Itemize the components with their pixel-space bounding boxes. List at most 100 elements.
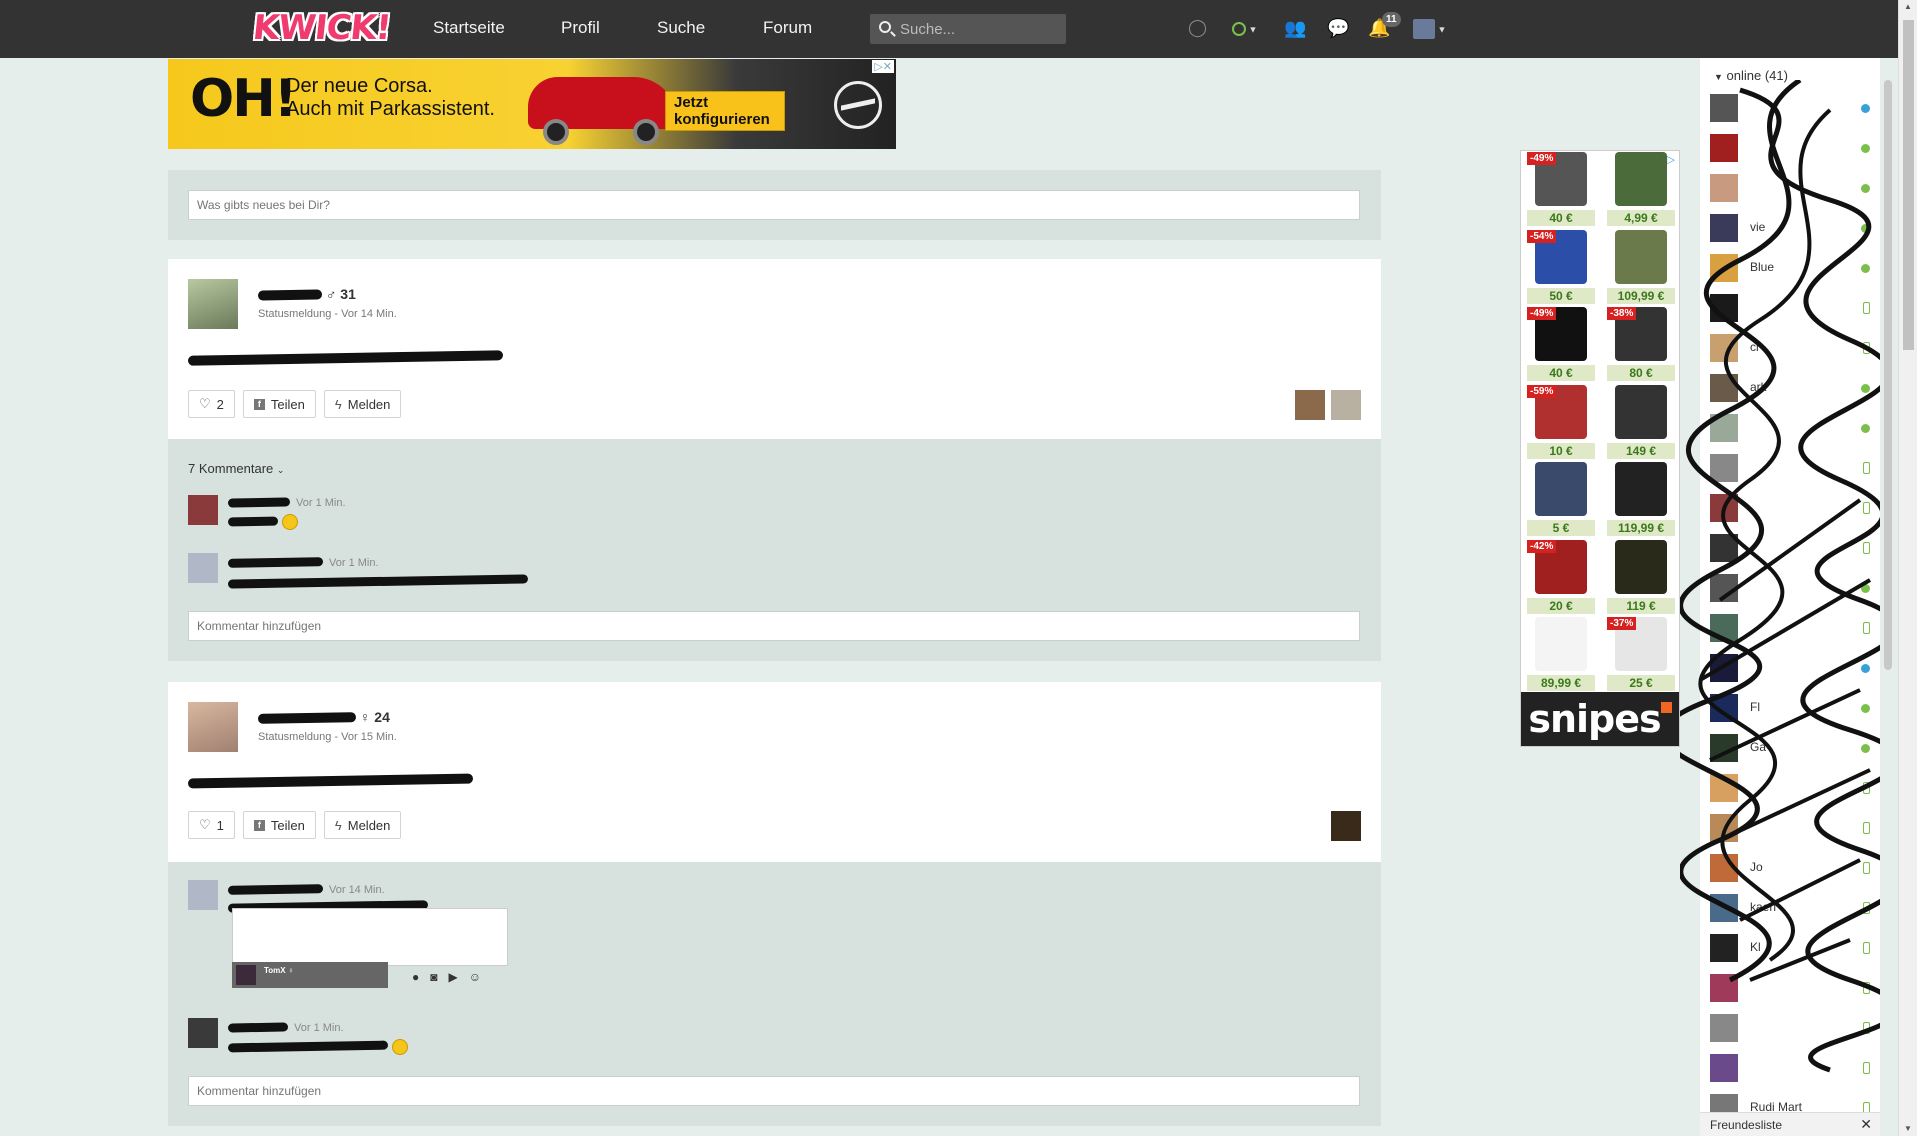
like-button[interactable]: ♡ 2 <box>188 390 235 418</box>
comment-input[interactable] <box>188 1076 1360 1106</box>
nav-profil[interactable]: Profil <box>561 18 600 38</box>
product-item[interactable]: -42% 20 € <box>1527 539 1595 614</box>
avatar[interactable] <box>1331 390 1361 420</box>
comment-attachment-user[interactable]: TomX ♀ <box>232 962 388 988</box>
product-item[interactable]: 109,99 € <box>1607 229 1675 304</box>
friend-item[interactable] <box>1710 972 1870 1004</box>
friend-item[interactable] <box>1710 812 1870 844</box>
friend-item[interactable]: Blue <box>1710 252 1870 284</box>
kwick-logo[interactable]: KWICK! <box>247 8 397 48</box>
friend-item[interactable] <box>1710 772 1870 804</box>
friends-icon[interactable]: 👥 <box>1284 17 1306 39</box>
friend-item[interactable] <box>1710 172 1870 204</box>
comment-author[interactable]: Vor 1 Min. <box>227 1020 344 1034</box>
friend-item[interactable]: kaerl <box>1710 892 1870 924</box>
camera-icon[interactable]: ◙ <box>430 970 448 984</box>
friend-item[interactable] <box>1710 92 1870 124</box>
avatar[interactable] <box>188 1018 218 1048</box>
avatar <box>1710 534 1738 562</box>
comment-author[interactable]: Vor 1 Min. <box>227 495 346 509</box>
smiley-icon[interactable]: ☺ <box>469 970 492 984</box>
post-author[interactable]: ♂ 31 <box>257 286 356 302</box>
lightbulb-icon[interactable]: ◯ <box>1188 17 1207 39</box>
comment-count-toggle[interactable]: 7 Kommentare ⌄ <box>188 461 284 476</box>
friend-item[interactable]: Fl <box>1710 692 1870 724</box>
product-image <box>1615 539 1667 594</box>
product-item[interactable]: 149 € <box>1607 384 1675 459</box>
product-item[interactable]: -49% 40 € <box>1527 307 1595 381</box>
comment-author[interactable]: Vor 1 Min. <box>227 555 379 569</box>
product-item[interactable]: 5 € <box>1527 462 1595 536</box>
friend-item[interactable] <box>1710 532 1870 564</box>
avatar[interactable] <box>1295 390 1325 420</box>
messages-icon[interactable]: 💬 <box>1327 17 1349 39</box>
friend-item[interactable] <box>1710 612 1870 644</box>
friend-item[interactable]: vie <box>1710 212 1870 244</box>
post-author[interactable]: ♀ 24 <box>257 709 390 725</box>
product-item[interactable]: 119,99 € <box>1607 462 1675 536</box>
online-status-icon[interactable]: ▼ <box>1232 17 1257 40</box>
product-item[interactable]: 4,99 € <box>1607 152 1675 226</box>
search-input[interactable] <box>900 14 1060 44</box>
scroll-down-icon[interactable]: ▼ <box>1904 1124 1912 1133</box>
friend-item[interactable]: Kl <box>1710 932 1870 964</box>
friend-item[interactable]: ark <box>1710 372 1870 404</box>
avatar[interactable] <box>188 702 238 752</box>
friend-item[interactable] <box>1710 132 1870 164</box>
nav-suche[interactable]: Suche <box>657 18 705 38</box>
product-item[interactable]: -49% 40 € <box>1527 152 1595 226</box>
share-button[interactable]: f Teilen <box>242 390 316 418</box>
friend-item[interactable] <box>1710 292 1870 324</box>
report-button[interactable]: ϟ Melden <box>323 390 402 418</box>
friend-item[interactable]: Ga <box>1710 732 1870 764</box>
comment-author[interactable]: Vor 14 Min. <box>227 882 385 896</box>
like-button[interactable]: ♡ 1 <box>188 811 235 839</box>
ad-cta-button[interactable]: Jetzt konfigurieren <box>665 91 785 131</box>
discount-badge: -49% <box>1527 152 1557 165</box>
friend-item[interactable]: ci <box>1710 332 1870 364</box>
sidebar-scrollbar[interactable] <box>1881 80 1895 1106</box>
friend-item[interactable] <box>1710 492 1870 524</box>
friend-item[interactable] <box>1710 1012 1870 1044</box>
snipes-product-ad[interactable]: ▷ -49% 40 €4,99 € -54% 50 €109,99 € -49% 40 €… <box>1520 150 1680 747</box>
mobile-status-icon <box>1863 1062 1870 1074</box>
nav-startseite[interactable]: Startseite <box>433 18 505 38</box>
product-item[interactable]: -59% 10 € <box>1527 384 1595 459</box>
friend-item[interactable] <box>1710 1052 1870 1084</box>
product-item[interactable]: 89,99 € <box>1527 617 1595 691</box>
product-item[interactable]: -38% 80 € <box>1607 307 1675 381</box>
opel-logo-icon <box>834 81 882 129</box>
avatar[interactable] <box>188 279 238 329</box>
opel-ad-banner[interactable]: OH! Der neue Corsa. Auch mit Parkassiste… <box>168 59 896 149</box>
avatar[interactable] <box>188 880 218 910</box>
friend-item[interactable] <box>1710 452 1870 484</box>
user-icon[interactable]: ● <box>412 970 430 984</box>
product-item[interactable]: -37% 25 € <box>1607 617 1675 691</box>
scrollbar-thumb[interactable] <box>1903 20 1914 350</box>
friend-item[interactable] <box>1710 412 1870 444</box>
comment-input[interactable] <box>188 611 1360 641</box>
avatar[interactable] <box>188 553 218 583</box>
friendlist-label[interactable]: Freundesliste <box>1710 1118 1782 1132</box>
adchoices-icon[interactable]: ▷✕ <box>872 60 894 73</box>
avatar[interactable] <box>1331 811 1361 841</box>
friend-item[interactable]: Jo <box>1710 852 1870 884</box>
product-item[interactable]: -54% 50 € <box>1527 229 1595 304</box>
scroll-up-icon[interactable]: ▲ <box>1904 2 1912 11</box>
online-friends-toggle[interactable]: ▼ online (41) <box>1714 68 1788 83</box>
friend-item[interactable] <box>1710 652 1870 684</box>
share-button[interactable]: f Teilen <box>242 811 316 839</box>
page-scrollbar[interactable]: ▲ ▼ <box>1898 0 1917 1136</box>
video-icon[interactable]: ▶ <box>449 970 469 984</box>
user-menu[interactable]: ▼ <box>1413 17 1446 40</box>
avatar <box>1710 174 1738 202</box>
nav-forum[interactable]: Forum <box>763 18 812 38</box>
status-input[interactable] <box>188 190 1360 220</box>
scrollbar-thumb[interactable] <box>1884 80 1892 670</box>
comments-section: Vor 14 Min. TomX ♀ ●◙▶☺ Vor 1 Min. <box>168 862 1381 1126</box>
close-icon[interactable]: ✕ <box>1860 1116 1872 1133</box>
avatar[interactable] <box>188 495 218 525</box>
friend-item[interactable] <box>1710 572 1870 604</box>
report-button[interactable]: ϟ Melden <box>323 811 402 839</box>
product-item[interactable]: 119 € <box>1607 539 1675 614</box>
